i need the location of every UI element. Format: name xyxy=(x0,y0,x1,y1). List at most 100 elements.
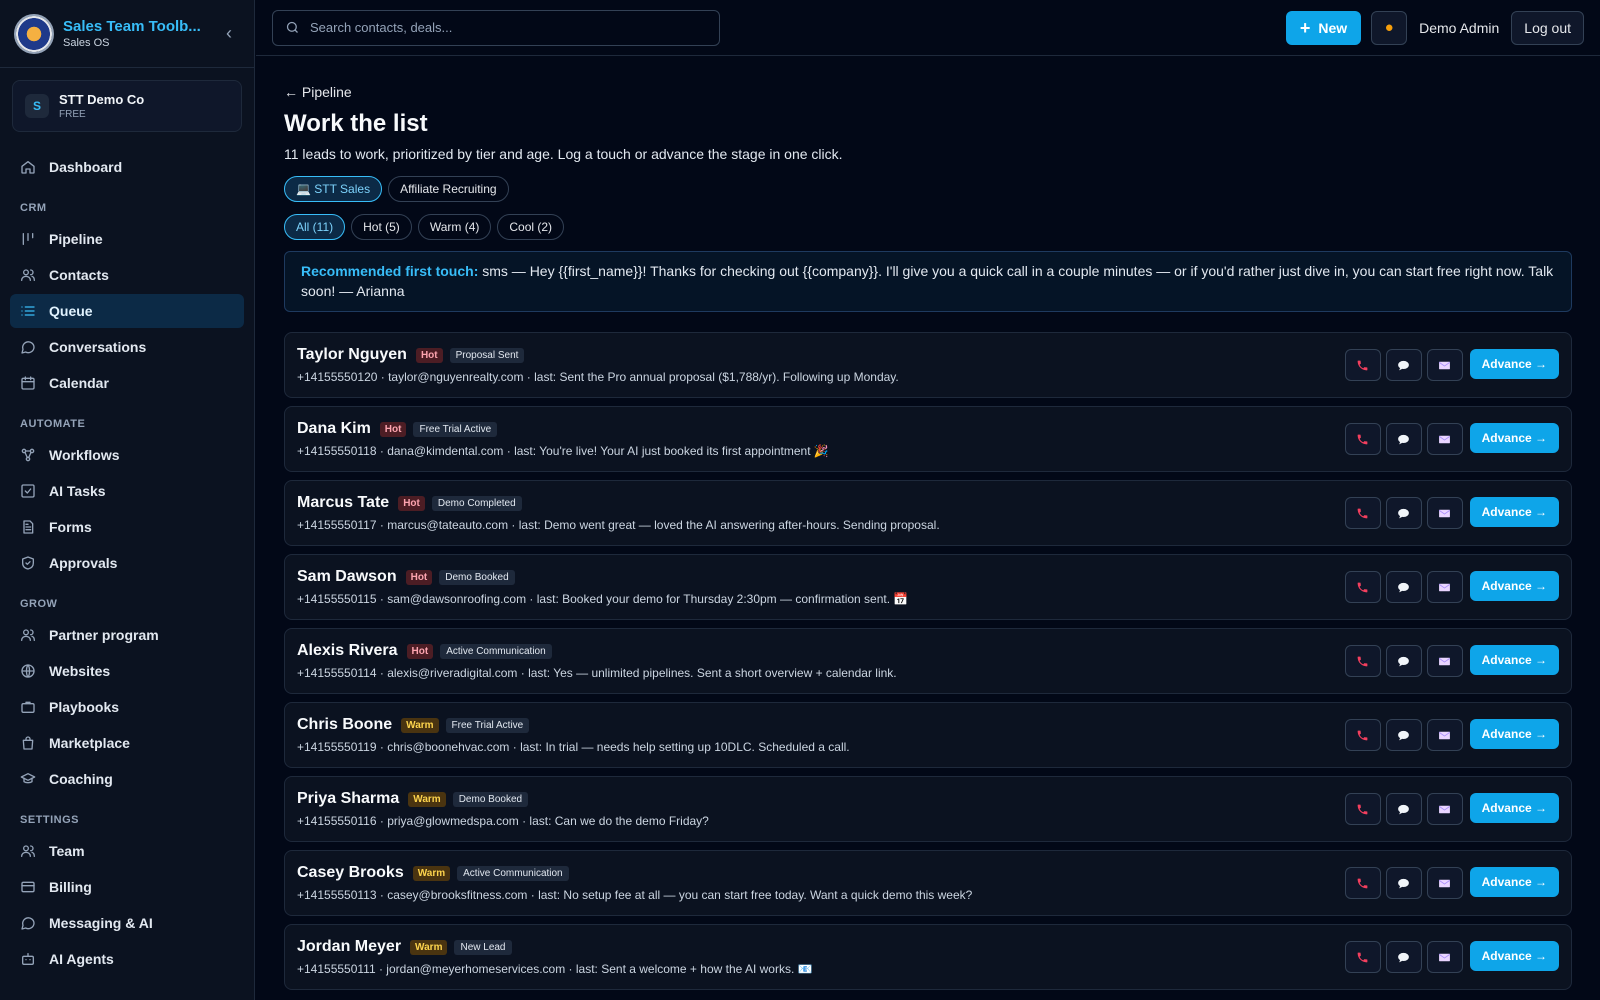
email-button[interactable] xyxy=(1426,941,1463,973)
lead-name[interactable]: Sam Dawson xyxy=(297,568,397,586)
filter-pill-1[interactable]: Hot (5) xyxy=(351,214,412,240)
email-button[interactable] xyxy=(1426,349,1463,381)
filter-pill-2[interactable]: Warm (4) xyxy=(417,214,492,240)
list-icon xyxy=(20,303,36,319)
org-switcher[interactable]: S STT Demo Co FREE xyxy=(12,80,242,132)
sms-button[interactable] xyxy=(1385,497,1422,529)
lead-row: Sam Dawson Hot Demo Booked +14155550115 · s… xyxy=(284,554,1572,620)
advance-button[interactable]: Advance → xyxy=(1469,941,1559,971)
call-button[interactable] xyxy=(1344,497,1381,529)
nav-approvals[interactable]: Approvals xyxy=(10,546,244,580)
sms-button[interactable] xyxy=(1385,793,1422,825)
search-box[interactable] xyxy=(272,9,720,46)
advance-button[interactable]: Advance → xyxy=(1469,423,1559,453)
sms-button[interactable] xyxy=(1385,423,1422,455)
nav-partner-program[interactable]: Partner program xyxy=(10,618,244,652)
nav-pipeline[interactable]: Pipeline xyxy=(10,222,244,256)
sms-button[interactable] xyxy=(1385,571,1422,603)
new-button[interactable]: + New xyxy=(1285,10,1362,45)
email-button[interactable] xyxy=(1426,497,1463,529)
logout-button[interactable]: Log out xyxy=(1511,10,1584,45)
sidebar-nav: Dashboard CRM Pipeline Contacts Queue Convers… xyxy=(0,150,254,976)
advance-button[interactable]: Advance → xyxy=(1469,349,1559,379)
envelope-icon xyxy=(1438,509,1451,517)
sms-button[interactable] xyxy=(1385,719,1422,751)
sms-button[interactable] xyxy=(1385,645,1422,677)
lead-meta: +14155550120 · taylor@nguyenrealty.com ·… xyxy=(297,370,899,384)
nav-label: Dashboard xyxy=(49,159,123,175)
email-button[interactable] xyxy=(1426,719,1463,751)
nav-calendar[interactable]: Calendar xyxy=(10,366,244,400)
email-button[interactable] xyxy=(1426,423,1463,455)
nav-workflows[interactable]: Workflows xyxy=(10,438,244,472)
nav-marketplace[interactable]: Marketplace xyxy=(10,726,244,760)
chevron-left-icon[interactable]: ‹ xyxy=(218,23,240,44)
filter-pill-3[interactable]: Cool (2) xyxy=(497,214,565,240)
nav-label: Approvals xyxy=(49,555,118,571)
nav-dashboard[interactable]: Dashboard xyxy=(10,150,244,184)
sms-button[interactable] xyxy=(1385,867,1422,899)
chat-bubble-icon xyxy=(1398,804,1410,814)
calendar-icon xyxy=(20,375,36,391)
call-button[interactable] xyxy=(1344,941,1381,973)
nav-conversations[interactable]: Conversations xyxy=(10,330,244,364)
lead-meta: +14155550111 · jordan@meyerhomeservices.… xyxy=(297,962,813,976)
nav-ai-tasks[interactable]: AI Tasks xyxy=(10,474,244,508)
email-button[interactable] xyxy=(1426,571,1463,603)
back-to-pipeline-link[interactable]: ← Pipeline xyxy=(284,84,1572,100)
lead-meta: +14155550119 · chris@boonehvac.com · las… xyxy=(297,740,850,754)
lead-name[interactable]: Taylor Nguyen xyxy=(297,346,407,364)
lead-name[interactable]: Alexis Rivera xyxy=(297,642,398,660)
advance-button[interactable]: Advance → xyxy=(1469,497,1559,527)
nav-playbooks[interactable]: Playbooks xyxy=(10,690,244,724)
email-button[interactable] xyxy=(1426,867,1463,899)
nav-coaching[interactable]: Coaching xyxy=(10,762,244,796)
lead-name[interactable]: Casey Brooks xyxy=(297,864,404,882)
nav-queue[interactable]: Queue xyxy=(10,294,244,328)
advance-button[interactable]: Advance → xyxy=(1469,793,1559,823)
sms-button[interactable] xyxy=(1385,941,1422,973)
theme-toggle-button[interactable]: ● xyxy=(1371,10,1408,45)
stage-badge: Free Trial Active xyxy=(413,421,498,437)
call-button[interactable] xyxy=(1344,571,1381,603)
nav-ai-agents[interactable]: AI Agents xyxy=(10,942,244,976)
advance-button[interactable]: Advance → xyxy=(1469,645,1559,675)
pipeline-tab-1[interactable]: Affiliate Recruiting xyxy=(388,176,509,202)
email-button[interactable] xyxy=(1426,793,1463,825)
lead-name[interactable]: Jordan Meyer xyxy=(297,938,401,956)
nav-billing[interactable]: Billing xyxy=(10,870,244,904)
workflow-icon xyxy=(20,447,36,463)
nav-forms[interactable]: Forms xyxy=(10,510,244,544)
pipeline-tab-0[interactable]: 💻 STT Sales xyxy=(284,176,383,202)
call-button[interactable] xyxy=(1344,719,1381,751)
bot-icon xyxy=(20,951,36,967)
nav-messaging-ai[interactable]: Messaging & AI xyxy=(10,906,244,940)
advance-button[interactable]: Advance → xyxy=(1469,719,1559,749)
nav-contacts[interactable]: Contacts xyxy=(10,258,244,292)
nav-websites[interactable]: Websites xyxy=(10,654,244,688)
lead-meta: +14155550117 · marcus@tateauto.com · las… xyxy=(297,518,940,532)
call-button[interactable] xyxy=(1344,423,1381,455)
card-icon xyxy=(20,879,36,895)
call-button[interactable] xyxy=(1344,793,1381,825)
email-button[interactable] xyxy=(1426,645,1463,677)
sms-button[interactable] xyxy=(1385,349,1422,381)
search-input[interactable] xyxy=(310,20,707,35)
chat-bubble-icon xyxy=(1398,730,1410,740)
lead-name[interactable]: Dana Kim xyxy=(297,420,371,438)
advance-button[interactable]: Advance → xyxy=(1469,867,1559,897)
filter-pill-0[interactable]: All (11) xyxy=(284,214,346,240)
lead-meta: +14155550115 · sam@dawsonroofing.com · l… xyxy=(297,592,909,606)
call-button[interactable] xyxy=(1344,867,1381,899)
tier-badge: Hot xyxy=(406,643,434,659)
call-button[interactable] xyxy=(1344,349,1381,381)
lead-name[interactable]: Chris Boone xyxy=(297,716,392,734)
lead-name[interactable]: Priya Sharma xyxy=(297,790,399,808)
advance-button[interactable]: Advance → xyxy=(1469,571,1559,601)
phone-icon xyxy=(1357,804,1368,814)
phone-icon xyxy=(1357,434,1368,444)
nav-team[interactable]: Team xyxy=(10,834,244,868)
lead-name[interactable]: Marcus Tate xyxy=(297,494,389,512)
shield-icon xyxy=(20,555,36,571)
call-button[interactable] xyxy=(1344,645,1381,677)
